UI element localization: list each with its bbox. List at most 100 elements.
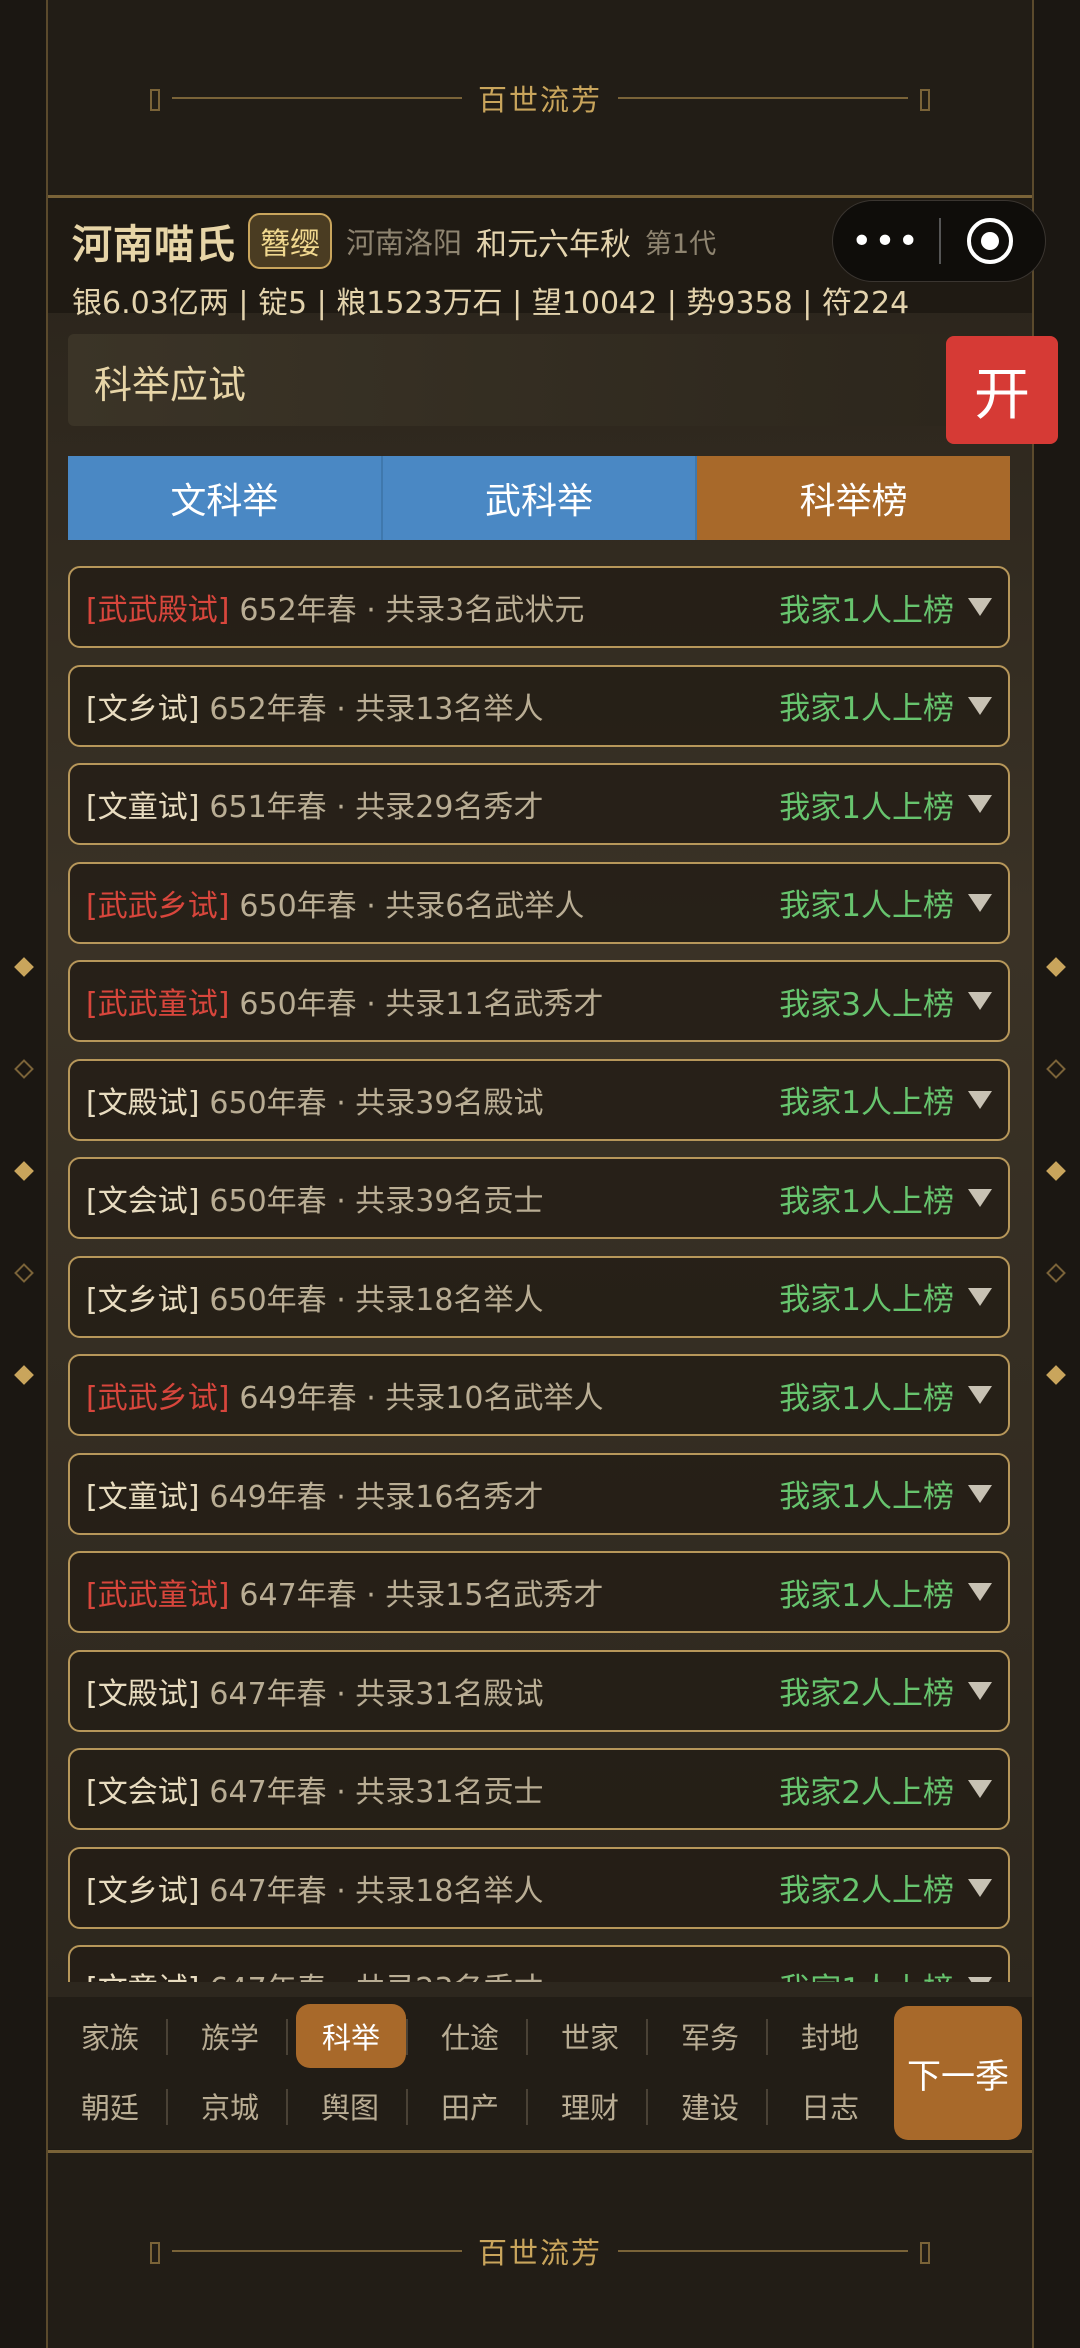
nav-divider <box>646 2019 648 2055</box>
top-banner: 百世流芳 <box>48 0 1032 198</box>
exam-record[interactable]: [文童试] 647年春 · 共录23名秀才 我家1人上榜 <box>68 1945 1010 1982</box>
exam-record-list[interactable]: [武武殿试] 652年春 · 共录3名武状元 我家1人上榜 [文乡试] 652年春 ·… <box>68 566 1010 1982</box>
nav-item-noble-houses[interactable]: 世家 <box>542 2007 638 2065</box>
nav-item-finance[interactable]: 理财 <box>542 2077 638 2135</box>
record-result: 我家1人上榜 <box>779 1380 954 1417</box>
expand-arrow-icon[interactable] <box>968 1681 992 1700</box>
expand-arrow-icon[interactable] <box>968 1090 992 1109</box>
record-detail: 650年春 · 共录39名殿试 <box>209 1085 544 1121</box>
nav-divider <box>166 2019 168 2055</box>
record-detail: 652年春 · 共录3名武状元 <box>239 593 585 628</box>
record-tag: [文童试] <box>86 1479 200 1515</box>
record-tag: [文童试] <box>86 790 200 825</box>
record-tag: [文乡试] <box>86 1282 200 1318</box>
expand-arrow-icon[interactable] <box>968 598 992 616</box>
expand-arrow-icon[interactable] <box>968 992 992 1010</box>
exam-record[interactable]: [文会试] 650年春 · 共录39名贡士 我家1人上榜 <box>68 1157 1010 1239</box>
exam-record[interactable]: [武武童试] 650年春 · 共录11名武秀才 我家3人上榜 <box>68 960 1010 1042</box>
expand-arrow-icon[interactable] <box>968 1780 992 1798</box>
tab-civil-exam[interactable]: 文科举 <box>68 456 383 540</box>
record-result: 我家1人上榜 <box>779 1183 954 1220</box>
record-detail: 650年春 · 共录39名贡士 <box>209 1184 544 1219</box>
expand-arrow-icon[interactable] <box>968 1583 992 1601</box>
exam-record[interactable]: [文乡试] 647年春 · 共录18名举人 我家2人上榜 <box>68 1846 1010 1929</box>
exam-record[interactable]: [武武殿试] 652年春 · 共录3名武状元 我家1人上榜 <box>68 566 1010 648</box>
exam-record[interactable]: [文乡试] 650年春 · 共录18名举人 我家1人上榜 <box>68 1255 1010 1338</box>
nav-item-clan-school[interactable]: 族学 <box>182 2007 278 2065</box>
expand-arrow-icon[interactable] <box>968 1484 992 1503</box>
nav-item-military[interactable]: 军务 <box>662 2007 758 2065</box>
nav-item-map[interactable]: 舆图 <box>302 2077 398 2135</box>
expand-arrow-icon[interactable] <box>968 1386 992 1404</box>
exam-tabs: 文科举 武科举 科举榜 <box>68 456 1011 540</box>
record-result: 我家2人上榜 <box>779 1873 954 1909</box>
nav-item-farmland[interactable]: 田产 <box>422 2077 518 2135</box>
record-detail: 647年春 · 共录18名举人 <box>209 1873 544 1909</box>
record-detail: 651年春 · 共录29名秀才 <box>209 790 544 825</box>
exam-record[interactable]: [文童试] 651年春 · 共录29名秀才 我家1人上榜 <box>68 763 1010 845</box>
side-ornament-left <box>14 957 34 1400</box>
diamond-icon <box>14 1059 34 1079</box>
section-title: 科举应试 <box>94 363 247 407</box>
exam-record[interactable]: [武武乡试] 649年春 · 共录10名武举人 我家1人上榜 <box>68 1354 1010 1436</box>
nav-item-fief[interactable]: 封地 <box>782 2007 878 2065</box>
nav-divider <box>526 2089 528 2125</box>
capsule-divider <box>939 218 941 264</box>
record-tag: [文乡试] <box>86 691 200 727</box>
record-tag: [武武童试] <box>86 987 230 1022</box>
exam-record[interactable]: [武武乡试] 650年春 · 共录6名武举人 我家1人上榜 <box>68 861 1010 944</box>
expand-arrow-icon[interactable] <box>968 1287 992 1306</box>
nav-item-construction[interactable]: 建设 <box>662 2077 758 2135</box>
expand-arrow-icon[interactable] <box>968 893 992 912</box>
expand-arrow-icon[interactable] <box>968 1878 992 1897</box>
record-result: 我家1人上榜 <box>779 1479 954 1515</box>
record-target-icon[interactable] <box>967 218 1013 264</box>
open-button[interactable]: 开 <box>946 336 1058 444</box>
record-result: 我家1人上榜 <box>779 888 954 924</box>
next-season-button[interactable]: 下一季 <box>894 2006 1022 2140</box>
bottom-nav: 家族 族学 科举 仕途 世家 军务 封地 朝廷 京城 舆图 田产 理财 建设 日… <box>48 1997 1032 2149</box>
nav-item-log[interactable]: 日志 <box>782 2077 878 2135</box>
exam-record[interactable]: [文殿试] 647年春 · 共录31名殿试 我家2人上榜 <box>68 1649 1010 1732</box>
record-detail: 650年春 · 共录18名举人 <box>209 1282 544 1318</box>
expand-arrow-icon[interactable] <box>968 795 992 813</box>
family-title-badge[interactable]: 簪缨 <box>248 213 332 269</box>
expand-arrow-icon[interactable] <box>968 1189 992 1207</box>
expand-arrow-icon[interactable] <box>968 1977 992 1982</box>
banner-ornament-right <box>618 88 930 111</box>
record-result: 我家2人上榜 <box>779 1774 954 1811</box>
record-tag: [文殿试] <box>86 1085 200 1121</box>
diamond-icon <box>1046 957 1066 977</box>
record-detail: 647年春 · 共录31名贡士 <box>209 1775 544 1810</box>
exam-record[interactable]: [武武童试] 647年春 · 共录15名武秀才 我家1人上榜 <box>68 1551 1010 1633</box>
mini-program-capsule: ••• <box>832 200 1046 282</box>
exam-record[interactable]: [文童试] 649年春 · 共录16名秀才 我家1人上榜 <box>68 1452 1010 1535</box>
banner-ornament-left <box>149 88 462 111</box>
family-location: 河南洛阳 <box>346 226 463 260</box>
exam-record[interactable]: [文殿试] 650年春 · 共录39名殿试 我家1人上榜 <box>68 1058 1010 1141</box>
nav-item-exam[interactable]: 科举 <box>296 2004 406 2068</box>
record-tag: [武武乡试] <box>86 888 230 924</box>
expand-arrow-icon[interactable] <box>968 696 992 715</box>
diamond-icon <box>14 957 34 977</box>
nav-divider <box>766 2019 768 2055</box>
record-tag: [文童试] <box>86 1964 199 1982</box>
diamond-icon <box>1046 1365 1066 1385</box>
diamond-icon <box>14 1365 34 1385</box>
record-result: 我家1人上榜 <box>779 592 954 629</box>
record-result: 我家1人上榜 <box>779 1964 954 1983</box>
nav-item-court[interactable]: 朝廷 <box>62 2077 158 2135</box>
more-dots-icon[interactable]: ••• <box>833 221 939 262</box>
exam-record[interactable]: [文乡试] 652年春 · 共录13名举人 我家1人上榜 <box>68 664 1010 747</box>
nav-item-capital[interactable]: 京城 <box>182 2077 278 2135</box>
record-tag: [文会试] <box>86 1775 200 1810</box>
tab-military-exam[interactable]: 武科举 <box>382 456 698 540</box>
nav-divider <box>286 2089 288 2125</box>
nav-item-family[interactable]: 家族 <box>62 2007 158 2065</box>
exam-record[interactable]: [文会试] 647年春 · 共录31名贡士 我家2人上榜 <box>68 1748 1010 1830</box>
record-detail: 647年春 · 共录15名武秀才 <box>239 1578 604 1613</box>
generation: 第1代 <box>645 228 717 260</box>
nav-item-career[interactable]: 仕途 <box>422 2007 518 2065</box>
tab-exam-rankings[interactable]: 科举榜 <box>697 456 1011 540</box>
banner-ornament-left <box>149 2241 462 2264</box>
